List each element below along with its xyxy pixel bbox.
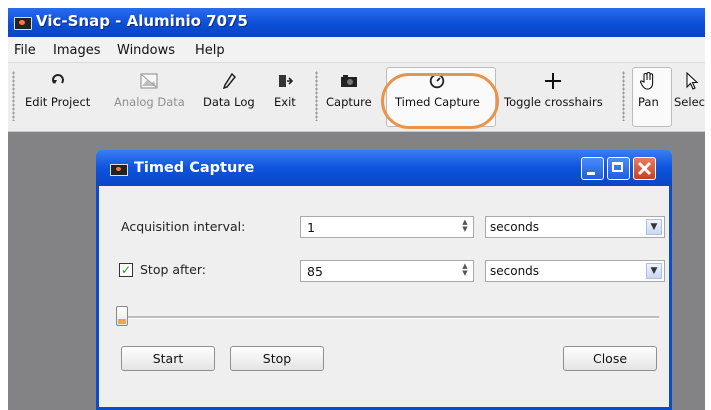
chevron-down-icon[interactable]: ▼ xyxy=(646,219,662,235)
acquisition-unit-select[interactable]: seconds ▼ xyxy=(485,216,665,238)
menu-file[interactable]: File xyxy=(14,43,36,58)
acquisition-interval-value: 1 xyxy=(307,220,315,235)
exit-door-icon xyxy=(277,69,293,93)
image-icon xyxy=(140,69,158,93)
stop-after-unit-select[interactable]: seconds ▼ xyxy=(485,260,665,282)
toolbar: Edit Project Analog Data Data Log Exit C xyxy=(8,63,705,132)
pan-label: Pan xyxy=(638,95,659,109)
app-title: Vic-Snap - Aluminio 7075 xyxy=(36,12,248,30)
stop-after-value: 85 xyxy=(307,264,323,279)
edit-project-label: Edit Project xyxy=(25,95,91,109)
minimize-icon[interactable] xyxy=(581,157,604,180)
capture-label: Capture xyxy=(326,95,372,109)
select-label: Select xyxy=(674,95,705,109)
acquisition-interval-label: Acquisition interval: xyxy=(121,219,246,234)
start-button[interactable]: Start xyxy=(121,346,215,371)
capture-button[interactable]: Capture xyxy=(326,69,372,125)
dialog-body: Acquisition interval: 1 ▲ ▼ seconds ▼ ✓ S… xyxy=(99,186,669,407)
dialog-title: Timed Capture xyxy=(134,160,255,176)
toolbar-grip[interactable] xyxy=(315,71,318,121)
exit-button[interactable]: Exit xyxy=(274,69,296,125)
stopwatch-icon xyxy=(429,69,445,93)
exit-label: Exit xyxy=(274,95,296,109)
chevron-down-icon[interactable]: ▼ xyxy=(646,263,662,279)
data-log-button[interactable]: Data Log xyxy=(203,69,255,125)
camera-icon xyxy=(14,17,32,30)
hand-icon xyxy=(639,69,657,93)
timed-capture-button[interactable]: Timed Capture xyxy=(395,69,480,125)
menu-windows[interactable]: Windows xyxy=(117,43,175,58)
acquisition-interval-spinbox[interactable]: 1 ▲ ▼ xyxy=(300,216,474,238)
pencil-icon xyxy=(222,69,236,93)
analog-data-button: Analog Data xyxy=(114,69,185,125)
close-button[interactable]: Close xyxy=(563,346,657,371)
menu-bar: File Images Windows Help xyxy=(8,37,705,63)
menu-images[interactable]: Images xyxy=(53,43,101,58)
pan-button[interactable]: Pan xyxy=(638,69,659,125)
progress-slider-track xyxy=(119,316,659,319)
acquisition-unit-value: seconds xyxy=(490,220,540,234)
close-icon[interactable] xyxy=(633,157,656,180)
stop-after-unit-value: seconds xyxy=(490,264,540,278)
maximize-icon[interactable] xyxy=(607,157,630,180)
menu-help[interactable]: Help xyxy=(195,43,225,58)
timed-capture-dialog: Timed Capture Acquisition interval: 1 ▲ ▼… xyxy=(96,150,672,410)
stop-after-checkbox[interactable]: ✓ xyxy=(119,263,133,277)
edit-project-button[interactable]: Edit Project xyxy=(25,69,90,125)
crosshair-icon xyxy=(543,69,563,93)
camera-icon xyxy=(340,69,358,93)
app-titlebar[interactable]: Vic-Snap - Aluminio 7075 xyxy=(8,8,705,37)
toggle-crosshairs-button[interactable]: Toggle crosshairs xyxy=(504,69,603,125)
camera-icon xyxy=(110,164,128,176)
progress-slider-thumb[interactable] xyxy=(116,306,128,326)
spin-arrows-icon[interactable]: ▲ ▼ xyxy=(459,219,471,235)
timed-capture-label: Timed Capture xyxy=(395,95,480,109)
select-button[interactable]: Select xyxy=(674,69,705,125)
analog-data-label: Analog Data xyxy=(114,95,185,109)
dialog-titlebar[interactable]: Timed Capture xyxy=(96,150,672,186)
data-log-label: Data Log xyxy=(203,95,255,109)
refresh-icon xyxy=(51,69,65,93)
cursor-icon xyxy=(685,69,699,93)
stop-after-label: Stop after: xyxy=(140,262,206,277)
toolbar-grip[interactable] xyxy=(12,71,15,121)
spin-arrows-icon[interactable]: ▲ ▼ xyxy=(459,263,471,279)
toolbar-grip[interactable] xyxy=(622,71,625,121)
toggle-crosshairs-label: Toggle crosshairs xyxy=(504,95,603,109)
stop-after-spinbox[interactable]: 85 ▲ ▼ xyxy=(300,260,474,282)
stop-button[interactable]: Stop xyxy=(230,346,324,371)
